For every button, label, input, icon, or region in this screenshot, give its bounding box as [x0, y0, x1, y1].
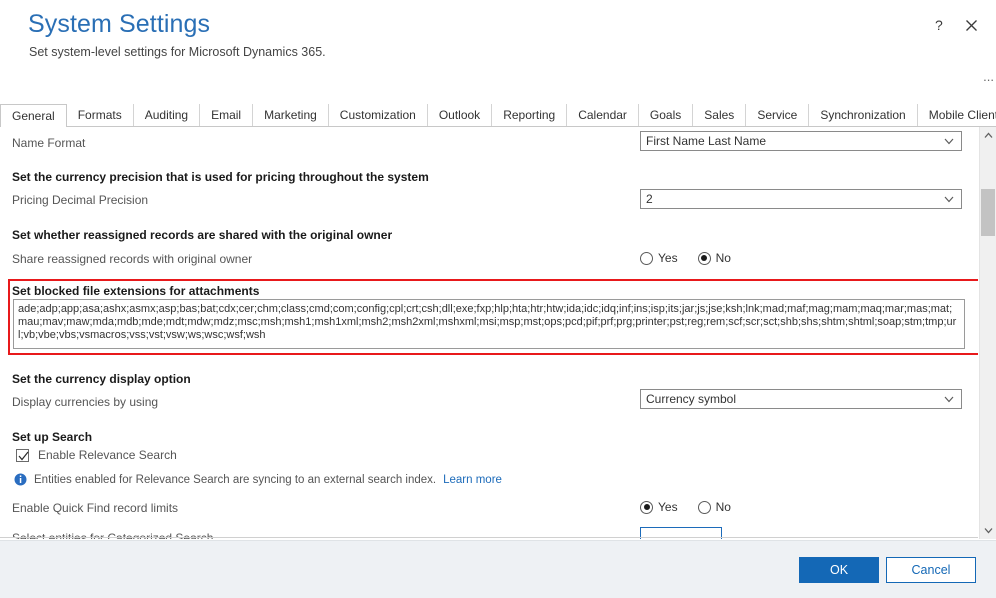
overflow-menu-icon[interactable]: ...: [983, 70, 994, 83]
quick-find-yes-label: Yes: [658, 500, 678, 514]
tab-auditing[interactable]: Auditing: [134, 104, 201, 126]
tab-mobile-client[interactable]: Mobile Client: [918, 104, 996, 126]
scroll-up-arrow-icon[interactable]: [980, 127, 996, 144]
tab-reporting[interactable]: Reporting: [492, 104, 568, 126]
blocked-extensions-textarea[interactable]: ade;adp;app;asa;ashx;asmx;asp;bas;bat;cd…: [13, 299, 965, 349]
enable-relevance-search-checkbox[interactable]: Enable Relevance Search: [16, 448, 177, 462]
share-reassigned-yes-label: Yes: [658, 251, 678, 265]
chevron-down-icon: [943, 193, 955, 205]
name-format-dropdown[interactable]: First Name Last Name: [640, 131, 962, 151]
tab-general[interactable]: General: [0, 104, 67, 127]
vertical-scrollbar[interactable]: [979, 127, 996, 539]
relevance-search-info: Entities enabled for Relevance Search ar…: [14, 473, 502, 486]
header-icon-group: ?: [928, 14, 982, 36]
tab-formats[interactable]: Formats: [67, 104, 134, 126]
tab-strip: General Formats Auditing Email Marketing…: [0, 104, 996, 127]
share-reassigned-records-label: Share reassigned records with original o…: [12, 252, 253, 266]
scroll-down-arrow-icon[interactable]: [980, 522, 996, 539]
display-currencies-dropdown[interactable]: Currency symbol: [640, 389, 962, 409]
chevron-down-icon: [943, 393, 955, 405]
tab-email[interactable]: Email: [200, 104, 254, 126]
close-icon[interactable]: [960, 14, 982, 36]
tab-outlook[interactable]: Outlook: [428, 104, 493, 126]
page-subtitle: Set system-level settings for Microsoft …: [29, 45, 326, 59]
dialog-header: System Settings Set system-level setting…: [0, 0, 996, 96]
settings-form: Name Format First Name Last Name Set the…: [0, 127, 996, 539]
radio-indicator-selected: [697, 251, 711, 265]
quick-find-no-radio[interactable]: No: [697, 500, 731, 514]
share-reassigned-yes-radio[interactable]: Yes: [640, 251, 678, 265]
setup-search-heading: Set up Search: [12, 430, 93, 444]
learn-more-link[interactable]: Learn more: [443, 474, 502, 486]
share-reassigned-no-label: No: [715, 251, 731, 265]
pricing-decimal-precision-label: Pricing Decimal Precision: [12, 193, 149, 207]
pricing-decimal-precision-dropdown[interactable]: 2: [640, 189, 962, 209]
share-reassigned-records-radio-group: Yes No: [640, 251, 731, 265]
form-scroll-region: Name Format First Name Last Name Set the…: [0, 127, 978, 539]
tab-marketing[interactable]: Marketing: [253, 104, 329, 126]
tab-service[interactable]: Service: [746, 104, 810, 126]
radio-indicator: [697, 500, 711, 514]
blocked-extensions-heading: Set blocked file extensions for attachme…: [12, 284, 260, 298]
tab-calendar[interactable]: Calendar: [567, 104, 639, 126]
page-title: System Settings: [28, 10, 211, 38]
chevron-down-icon: [943, 135, 955, 147]
content-divider: [0, 537, 978, 538]
dialog-footer: OK Cancel: [0, 540, 996, 598]
checkbox-indicator-checked: [16, 448, 29, 462]
tab-synchronization[interactable]: Synchronization: [809, 104, 918, 126]
display-currencies-value: Currency symbol: [646, 392, 737, 406]
name-format-value: First Name Last Name: [646, 134, 767, 148]
quick-find-no-label: No: [715, 500, 731, 514]
quick-find-yes-radio[interactable]: Yes: [640, 500, 678, 514]
svg-text:?: ?: [935, 18, 943, 33]
scrollbar-thumb[interactable]: [981, 189, 995, 236]
pricing-decimal-precision-value: 2: [646, 192, 653, 206]
radio-indicator-selected: [640, 500, 653, 514]
name-format-label: Name Format: [12, 136, 86, 150]
share-reassigned-no-radio[interactable]: No: [697, 251, 731, 265]
currency-display-heading: Set the currency display option: [12, 372, 191, 386]
tab-sales[interactable]: Sales: [693, 104, 747, 126]
tab-goals[interactable]: Goals: [639, 104, 694, 126]
question-mark-icon[interactable]: ?: [928, 14, 950, 36]
tab-customization[interactable]: Customization: [329, 104, 428, 126]
currency-precision-heading: Set the currency precision that is used …: [12, 170, 429, 184]
cancel-button[interactable]: Cancel: [886, 557, 976, 583]
reassigned-records-heading: Set whether reassigned records are share…: [12, 228, 393, 242]
relevance-search-info-text: Entities enabled for Relevance Search ar…: [34, 473, 437, 486]
info-icon: [14, 473, 27, 486]
enable-relevance-search-label: Enable Relevance Search: [38, 448, 177, 462]
ok-button[interactable]: OK: [799, 557, 879, 583]
quick-find-radio-group: Yes No: [640, 500, 731, 514]
radio-indicator: [640, 251, 653, 265]
display-currencies-label: Display currencies by using: [12, 395, 159, 409]
quick-find-record-limits-label: Enable Quick Find record limits: [12, 501, 179, 515]
